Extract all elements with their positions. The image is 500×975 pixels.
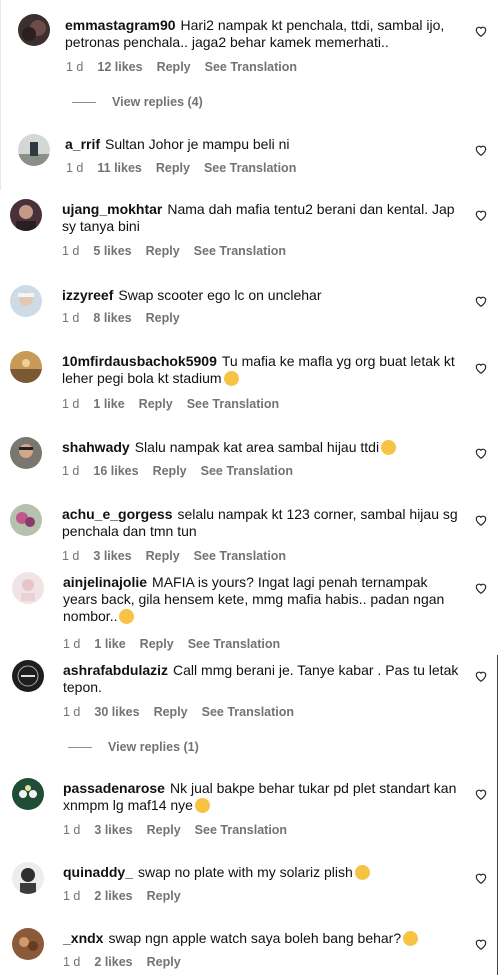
avatar[interactable] <box>12 572 44 604</box>
heart-outline-icon[interactable] <box>474 937 488 951</box>
comment-age: 1 d <box>62 464 80 478</box>
comment-username[interactable]: a_rrif <box>65 136 100 152</box>
comment-username[interactable]: ashrafabdulaziz <box>63 662 168 678</box>
avatar[interactable] <box>12 862 44 894</box>
comment-username[interactable]: _xndx <box>63 930 103 946</box>
see-translation-button[interactable]: See Translation <box>201 464 293 478</box>
comment-text: swap ngn apple watch saya boleh bang beh… <box>108 930 402 946</box>
reply-button[interactable]: Reply <box>153 464 187 478</box>
reply-button[interactable]: Reply <box>147 955 181 969</box>
comment-age: 1 d <box>66 161 84 175</box>
comment-age: 1 d <box>62 244 80 258</box>
tears-of-joy-emoji-icon <box>403 931 419 946</box>
view-replies-button[interactable]: View replies (4) <box>72 95 203 109</box>
reply-button[interactable]: Reply <box>156 161 190 175</box>
avatar[interactable] <box>12 660 44 692</box>
comment-age: 1 d <box>62 311 80 325</box>
reply-button[interactable]: Reply <box>140 637 174 651</box>
comment-text: swap no plate with my solariz plish <box>138 864 353 880</box>
reply-button[interactable]: Reply <box>139 397 173 411</box>
divider-line <box>68 747 92 749</box>
heart-outline-icon[interactable] <box>474 143 488 157</box>
avatar[interactable] <box>10 199 42 231</box>
heart-eyes-emoji-icon <box>119 609 135 624</box>
heart-outline-icon[interactable] <box>474 361 488 375</box>
like-count[interactable]: 1 like <box>94 637 125 651</box>
heart-outline-icon[interactable] <box>474 513 488 527</box>
avatar[interactable] <box>10 351 42 383</box>
like-count[interactable]: 3 likes <box>94 823 132 837</box>
comment-age: 1 d <box>63 705 81 719</box>
comment-username[interactable]: quinaddy_ <box>63 864 133 880</box>
heart-outline-icon[interactable] <box>474 446 488 460</box>
heart-outline-icon[interactable] <box>474 669 488 683</box>
reply-button[interactable]: Reply <box>154 705 188 719</box>
heart-outline-icon[interactable] <box>474 787 488 801</box>
comment-username[interactable]: achu_e_gorgess <box>62 506 173 522</box>
view-replies-button[interactable]: View replies (1) <box>68 740 199 754</box>
comment-age: 1 d <box>62 397 80 411</box>
like-count[interactable]: 2 likes <box>94 889 132 903</box>
reply-button[interactable]: Reply <box>146 311 180 325</box>
comment-username[interactable]: emmastagram90 <box>65 17 176 33</box>
divider-line <box>72 102 96 104</box>
see-translation-button[interactable]: See Translation <box>204 161 296 175</box>
like-count[interactable]: 11 likes <box>97 161 142 175</box>
comment-age: 1 d <box>62 549 80 563</box>
like-count[interactable]: 1 like <box>93 397 124 411</box>
comment-username[interactable]: izzyreef <box>62 287 113 303</box>
heart-outline-icon[interactable] <box>474 871 488 885</box>
like-count[interactable]: 8 likes <box>93 311 131 325</box>
like-count[interactable]: 30 likes <box>94 705 139 719</box>
see-translation-button[interactable]: See Translation <box>205 60 297 74</box>
thread-indicator-right <box>497 655 498 975</box>
avatar[interactable] <box>10 437 42 469</box>
comment-username[interactable]: passadenarose <box>63 780 165 796</box>
comment-username[interactable]: 10mfirdausbachok5909 <box>62 353 217 369</box>
reply-button[interactable]: Reply <box>146 244 180 258</box>
comment-text: Sultan Johor je mampu beli ni <box>105 136 290 152</box>
comment-text: Slalu nampak kat area sambal hijau ttdi <box>134 439 380 455</box>
reply-button[interactable]: Reply <box>147 823 181 837</box>
sunglasses-face-emoji-icon <box>381 440 397 455</box>
comment-age: 1 d <box>63 955 81 969</box>
heart-outline-icon[interactable] <box>474 24 488 38</box>
avatar[interactable] <box>12 928 44 960</box>
comment-age: 1 d <box>66 60 84 74</box>
avatar[interactable] <box>18 134 50 166</box>
hushed-face-emoji-icon <box>223 371 239 386</box>
avatar[interactable] <box>18 14 50 46</box>
see-translation-button[interactable]: See Translation <box>195 823 287 837</box>
see-translation-button[interactable]: See Translation <box>194 244 286 258</box>
like-count[interactable]: 16 likes <box>93 464 138 478</box>
avatar[interactable] <box>12 778 44 810</box>
tears-of-joy-emoji-icon <box>194 798 210 813</box>
tears-of-joy-emoji-icon <box>354 865 370 880</box>
comment-username[interactable]: shahwady <box>62 439 130 455</box>
like-count[interactable]: 5 likes <box>93 244 131 258</box>
thread-indicator-left <box>0 0 1 190</box>
comment-age: 1 d <box>63 823 81 837</box>
comment-age: 1 d <box>63 637 81 651</box>
reply-button[interactable]: Reply <box>146 549 180 563</box>
see-translation-button[interactable]: See Translation <box>202 705 294 719</box>
avatar[interactable] <box>10 285 42 317</box>
like-count[interactable]: 3 likes <box>93 549 131 563</box>
comment-text: Swap scooter ego lc on unclehar <box>118 287 322 303</box>
like-count[interactable]: 12 likes <box>97 60 142 74</box>
see-translation-button[interactable]: See Translation <box>187 397 279 411</box>
reply-button[interactable]: Reply <box>147 889 181 903</box>
comment-username[interactable]: ainjelinajolie <box>63 574 147 590</box>
avatar[interactable] <box>10 504 42 536</box>
heart-outline-icon[interactable] <box>474 581 488 595</box>
see-translation-button[interactable]: See Translation <box>188 637 280 651</box>
reply-button[interactable]: Reply <box>157 60 191 74</box>
comment-username[interactable]: ujang_mokhtar <box>62 201 162 217</box>
heart-outline-icon[interactable] <box>474 208 488 222</box>
comment-age: 1 d <box>63 889 81 903</box>
heart-outline-icon[interactable] <box>474 294 488 308</box>
like-count[interactable]: 2 likes <box>94 955 132 969</box>
see-translation-button[interactable]: See Translation <box>194 549 286 563</box>
